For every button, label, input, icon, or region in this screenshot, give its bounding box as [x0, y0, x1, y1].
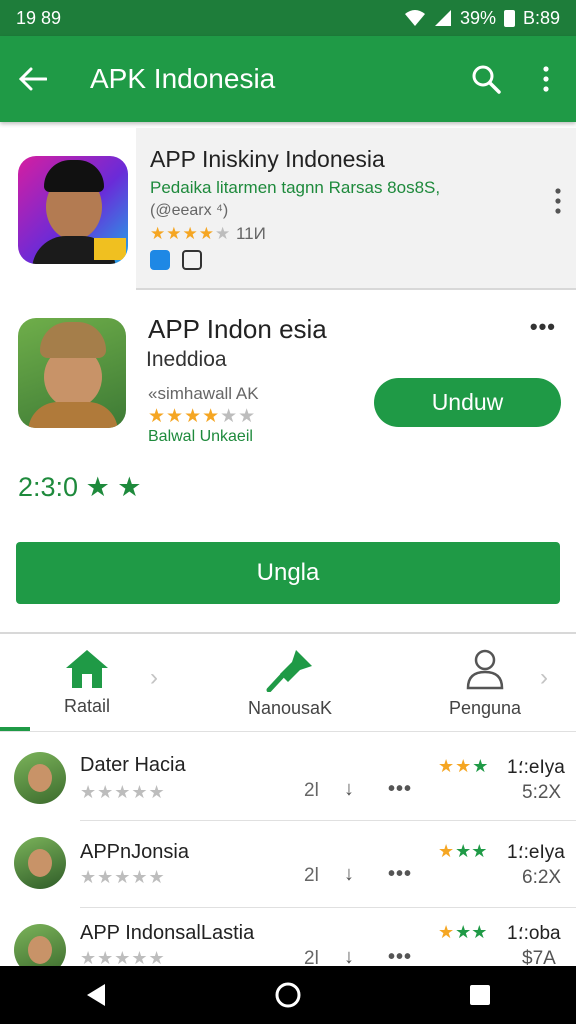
nav-back-icon: [87, 984, 105, 1006]
chat-badge-icon: [150, 250, 170, 270]
list-item-count: 2l: [304, 865, 319, 886]
featured-rating: ★★★★★ 11И: [150, 224, 266, 243]
featured-more-button[interactable]: [554, 188, 562, 214]
list-item-stars: ★★★★★: [80, 867, 166, 887]
pin-icon: [266, 650, 312, 692]
list-item-right-text: ؛1:oba: [507, 923, 561, 944]
tab-penguna[interactable]: Penguna: [440, 636, 530, 732]
chevron-right-icon: ›: [150, 664, 158, 691]
list-item[interactable]: Dater Hacia ★★★★★ 2l ↓ ••• ★★★ ؛1:eIya 5…: [0, 734, 576, 820]
page-title: APK Indonesia: [90, 63, 276, 94]
app-rating: ★★★★★★: [148, 406, 257, 427]
battery-percent: 39%: [459, 7, 496, 28]
list-item[interactable]: APPnJonsia ★★★★★ 2l ↓ ••• ★★★ ؛1:eIya 6:…: [0, 821, 576, 907]
nav-back-button[interactable]: [66, 966, 126, 1024]
featured-subtitle: (@eearx ⁴): [150, 202, 229, 219]
featured-rating-count: 11И: [235, 224, 266, 243]
rating-stars-icon: ★★★: [438, 841, 488, 861]
app-name: APP Indon esia: [148, 314, 327, 344]
download-icon[interactable]: ↓: [344, 863, 354, 886]
featured-app-name: APP Iniskiny Indonesia: [150, 146, 385, 172]
app-more-button[interactable]: •••: [530, 314, 556, 340]
app-bar: APK Indonesia: [0, 36, 576, 122]
list-item-stars: ★★★★★: [80, 782, 166, 802]
featured-developer: Pedaika litarmen tagnn Rarsas 8os8S,: [150, 178, 441, 197]
list-item-count: 2l: [304, 780, 319, 801]
status-clock: B:89: [522, 7, 560, 28]
more-vert-icon: [555, 188, 561, 214]
app-icon: [18, 318, 126, 428]
wifi-icon: [404, 10, 425, 26]
status-time: 19 89: [16, 7, 62, 28]
nav-home-button[interactable]: [258, 966, 318, 1024]
nav-home-icon: [275, 982, 301, 1008]
category-tabs: Ratail › NanousaK Penguna ›: [0, 636, 576, 732]
battery-icon: [503, 9, 515, 27]
featured-app-card[interactable]: APP Iniskiny Indonesia Pedaika litarmen …: [0, 128, 576, 290]
signal-icon: [434, 10, 451, 26]
status-bar: 19 89 39% B:89: [0, 0, 576, 36]
selected-tab-indicator: [0, 727, 30, 731]
app-score: 2:3:0 ★ ★: [18, 472, 142, 502]
rating-stars-icon: ★★★: [438, 756, 489, 776]
list-item-right-value: 5:2X: [522, 782, 562, 803]
list-item-right-value: 6:2X: [522, 867, 562, 888]
list-item-right-text: ؛1:eIya: [507, 842, 565, 863]
app-extra-info: Balwal Unkaeil: [148, 428, 253, 445]
list-item-right-text: ؛1:eIya: [507, 757, 565, 778]
app-developer: «simhawall AK: [148, 384, 259, 403]
primary-action-button[interactable]: Ungla: [16, 542, 560, 604]
overflow-menu-button[interactable]: [516, 36, 576, 122]
list-item-title: APP IndonsalLastia: [80, 922, 255, 944]
chevron-right-icon: ›: [540, 664, 548, 691]
install-button[interactable]: Unduw: [374, 378, 561, 427]
search-button[interactable]: [456, 36, 516, 122]
app-subtitle: Ineddioa: [146, 348, 227, 371]
more-vert-icon: [543, 66, 549, 92]
rating-stars-icon: ★★★: [438, 922, 488, 942]
search-icon: [472, 65, 501, 94]
back-button[interactable]: [0, 36, 66, 122]
featured-app-icon: [18, 156, 128, 264]
list-item-title: APPnJonsia: [80, 841, 189, 863]
app-detail-card: APP Indon esia Ineddioa «simhawall AK ★★…: [0, 292, 576, 634]
list-item-more-button[interactable]: •••: [388, 778, 412, 801]
tab-ratail[interactable]: Ratail: [50, 636, 124, 732]
list-item-more-button[interactable]: •••: [388, 863, 412, 886]
nav-recents-button[interactable]: [450, 966, 510, 1024]
avatar: [14, 752, 66, 804]
system-nav-bar: [0, 966, 576, 1024]
back-arrow-icon: [19, 67, 47, 91]
star-rating-icon: ★★★★: [150, 224, 215, 243]
person-icon: [466, 649, 504, 690]
download-icon[interactable]: ↓: [344, 778, 354, 801]
tab-nanousak[interactable]: NanousaK: [240, 636, 340, 732]
home-icon: [66, 650, 108, 688]
star-rating-icon: ★★★★: [148, 406, 221, 427]
nav-recents-icon: [470, 985, 490, 1005]
score-stars-icon: ★ ★: [85, 472, 142, 502]
avatar: [14, 837, 66, 889]
list-item-title: Dater Hacia: [80, 754, 186, 776]
screen-badge-icon: [182, 250, 202, 270]
